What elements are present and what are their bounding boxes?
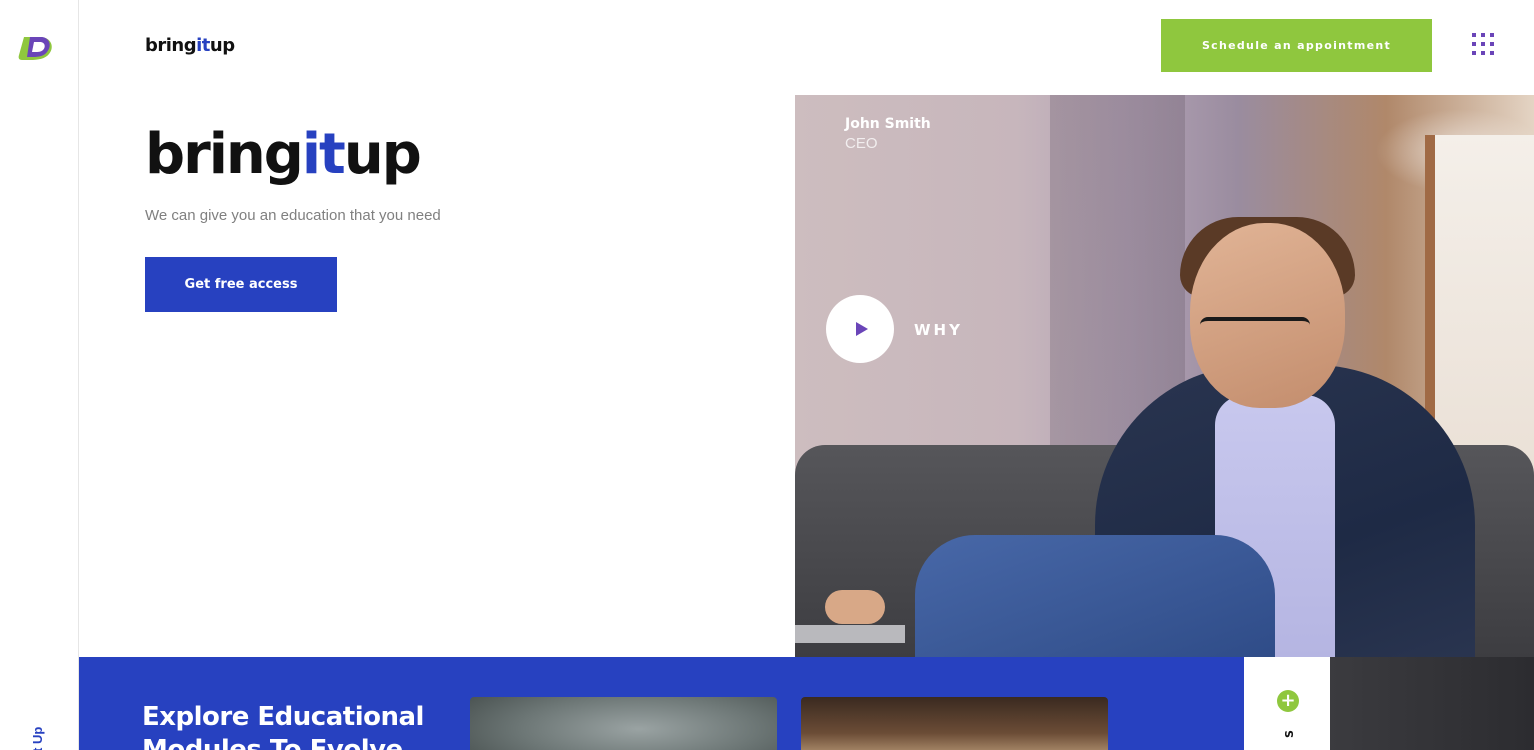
left-rail: t Up — [0, 0, 79, 750]
brand-mark-icon[interactable] — [18, 33, 55, 61]
photo-continuation — [1330, 657, 1534, 750]
schedule-appointment-button[interactable]: Schedule an appointment — [1161, 19, 1432, 72]
modules-band: Explore Educational Modules To Evolve — [79, 657, 1244, 750]
grid-dots-icon[interactable] — [1472, 33, 1494, 55]
module-card[interactable] — [801, 697, 1108, 750]
header-brand-logo[interactable]: bringitup — [145, 35, 235, 56]
play-label[interactable]: WHY — [914, 321, 963, 339]
hero-subtitle: We can give you an education that you ne… — [145, 207, 441, 224]
play-video-button[interactable] — [826, 295, 894, 363]
person-role: CEO — [845, 135, 878, 152]
module-card[interactable] — [470, 697, 777, 750]
side-tab-label: S — [1283, 730, 1296, 738]
play-icon — [856, 322, 868, 336]
modules-title: Explore Educational Modules To Evolve — [142, 702, 424, 750]
hero-title: bringitup — [145, 122, 422, 187]
get-free-access-button[interactable]: Get free access — [145, 257, 337, 312]
rail-vertical-label: t Up — [30, 726, 45, 750]
hero-photo — [795, 95, 1534, 657]
plus-circle-icon[interactable]: + — [1277, 690, 1299, 712]
person-name: John Smith — [845, 116, 931, 132]
